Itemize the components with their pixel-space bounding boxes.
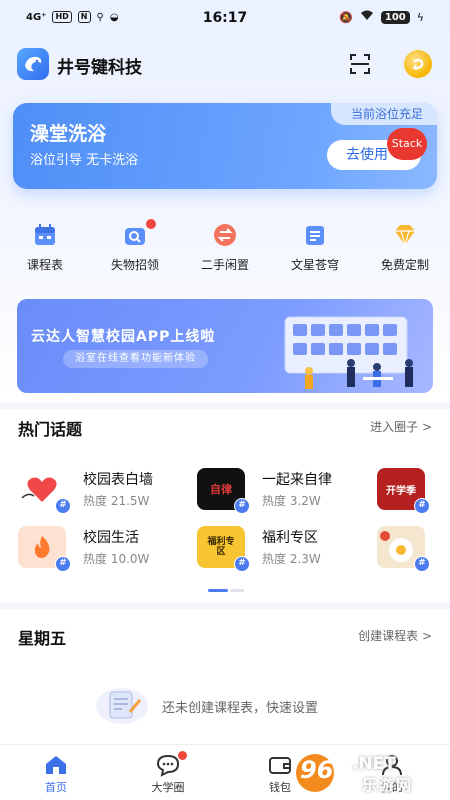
tab-college-circle[interactable]: 大学圈 xyxy=(112,745,224,800)
topic-item-partial[interactable]: # xyxy=(377,526,450,572)
home-icon xyxy=(46,756,66,774)
create-schedule-link[interactable]: 创建课程表 > xyxy=(358,627,432,644)
app-logo-icon xyxy=(17,48,49,80)
diamond-icon xyxy=(395,225,415,248)
app-header: 井号键科技 xyxy=(0,44,450,84)
wifi-icon xyxy=(360,10,374,24)
watermark-suffix: .NET xyxy=(352,754,396,774)
bath-title: 澡堂洗浴 xyxy=(30,123,107,145)
bath-status-label: 当前浴位充足 xyxy=(330,103,437,125)
bath-card[interactable]: 澡堂洗浴 浴位引导 无卡洗浴 当前浴位充足 去使用 Stack xyxy=(13,103,437,189)
thumb-text: 自律 xyxy=(210,483,232,496)
indicator-inactive xyxy=(230,589,244,592)
app-name: 井号键科技 xyxy=(57,58,142,78)
empty-schedule-icon xyxy=(96,688,148,724)
hot-topics-list: # 校园表白墙 热度 21.5W 自律 # 一起来自律 热度 3.2W 开学季 … xyxy=(0,462,450,582)
calendar-icon xyxy=(35,224,55,245)
document-icon xyxy=(306,226,324,245)
promo-banner[interactable]: 云达人智慧校园APP上线啦 浴室在线查看功能新体验 xyxy=(17,299,433,393)
quick-nav-label: 课程表 xyxy=(26,258,63,272)
topic-item[interactable]: # 校园表白墙 热度 21.5W xyxy=(18,468,188,514)
thumb-text: 福利专区 xyxy=(207,537,235,557)
mute-icon: 🔕 xyxy=(339,10,353,24)
topic-name: 一起来自律 xyxy=(262,472,332,488)
schedule-header: 星期五 创建课程表 > xyxy=(18,625,432,649)
indicator-active xyxy=(208,589,228,592)
quick-nav-custom[interactable]: 免费定制 xyxy=(360,222,450,278)
hashtag-icon: # xyxy=(414,498,430,514)
topic-item-partial[interactable]: 开学季 # xyxy=(377,468,450,514)
carousel-indicator xyxy=(208,589,244,592)
battery-indicator: 100 xyxy=(380,10,410,24)
quick-nav-label: 文星苍穹 xyxy=(290,258,339,272)
chat-bubble-icon xyxy=(156,754,180,777)
enter-circle-link[interactable]: 进入圈子 > xyxy=(370,418,432,435)
topic-item[interactable]: 自律 # 一起来自律 热度 3.2W xyxy=(197,468,367,514)
watermark-text: 乐游网 xyxy=(362,776,414,794)
exchange-icon xyxy=(214,224,236,246)
banner-title: 云达人智慧校园APP上线啦 xyxy=(31,329,216,345)
coin-icon[interactable] xyxy=(404,50,432,78)
hot-topics-title: 热门话题 xyxy=(18,420,83,439)
hashtag-icon: # xyxy=(234,498,250,514)
status-right: 🔕 100 ϟ xyxy=(339,10,424,24)
topic-name: 福利专区 xyxy=(262,530,318,546)
topic-name: 校园表白墙 xyxy=(83,472,153,488)
watermark-number: 962 xyxy=(300,756,351,784)
topic-name: 校园生活 xyxy=(83,530,139,546)
hashtag-icon: # xyxy=(234,556,250,572)
status-bar: 4G⁺ HD N ⚲ ◒ 16:17 🔕 100 ϟ xyxy=(0,0,450,38)
quick-nav-lost-found[interactable]: 失物招领 xyxy=(90,219,180,278)
watermark: 962 .NET 乐游网 xyxy=(296,750,444,796)
notification-dot xyxy=(178,751,187,760)
section-divider xyxy=(0,403,450,409)
quick-nav-label: 二手闲置 xyxy=(200,258,249,272)
hashtag-icon: # xyxy=(55,498,71,514)
hot-topics-header: 热门话题 进入圈子 > xyxy=(18,416,432,440)
scan-icon[interactable] xyxy=(348,52,372,76)
stack-badge: Stack xyxy=(387,128,427,160)
quick-nav-wenxing[interactable]: 文星苍穹 xyxy=(270,222,360,278)
banner-subtitle: 浴室在线查看功能新体验 xyxy=(63,350,208,368)
tab-label: 大学圈 xyxy=(151,781,185,794)
empty-schedule-text: 还未创建课程表，快速设置 xyxy=(162,701,319,716)
quick-nav: 课程表 失物招领 二手闲置 文星苍穹 免费定制 xyxy=(0,219,450,278)
campus-illustration xyxy=(284,316,413,389)
topic-item[interactable]: 福利专区 # 福利专区 热度 2.3W xyxy=(197,526,367,572)
wallet-icon xyxy=(269,757,291,774)
quick-nav-secondhand[interactable]: 二手闲置 xyxy=(180,222,270,278)
section-divider xyxy=(0,603,450,609)
lost-found-icon xyxy=(125,228,145,245)
hashtag-icon: # xyxy=(55,556,71,572)
weekday-title: 星期五 xyxy=(18,629,67,648)
bath-subtitle: 浴位引导 无卡洗浴 xyxy=(30,153,139,168)
quick-nav-schedule[interactable]: 课程表 xyxy=(0,222,90,278)
quick-nav-label: 免费定制 xyxy=(380,258,429,272)
tab-label: 首页 xyxy=(45,781,67,794)
notification-dot xyxy=(146,219,156,229)
thumb-text: 开学季 xyxy=(386,485,416,497)
topic-heat: 热度 3.2W xyxy=(262,494,321,508)
topic-heat: 热度 21.5W xyxy=(83,494,150,508)
tab-home[interactable]: 首页 xyxy=(0,745,112,800)
topic-heat: 热度 2.3W xyxy=(262,552,321,566)
hashtag-icon: # xyxy=(414,556,430,572)
topic-item[interactable]: # 校园生活 热度 10.0W xyxy=(18,526,188,572)
topic-heat: 热度 10.0W xyxy=(83,552,150,566)
charging-icon: ϟ xyxy=(416,10,424,24)
quick-nav-label: 失物招领 xyxy=(110,258,159,272)
